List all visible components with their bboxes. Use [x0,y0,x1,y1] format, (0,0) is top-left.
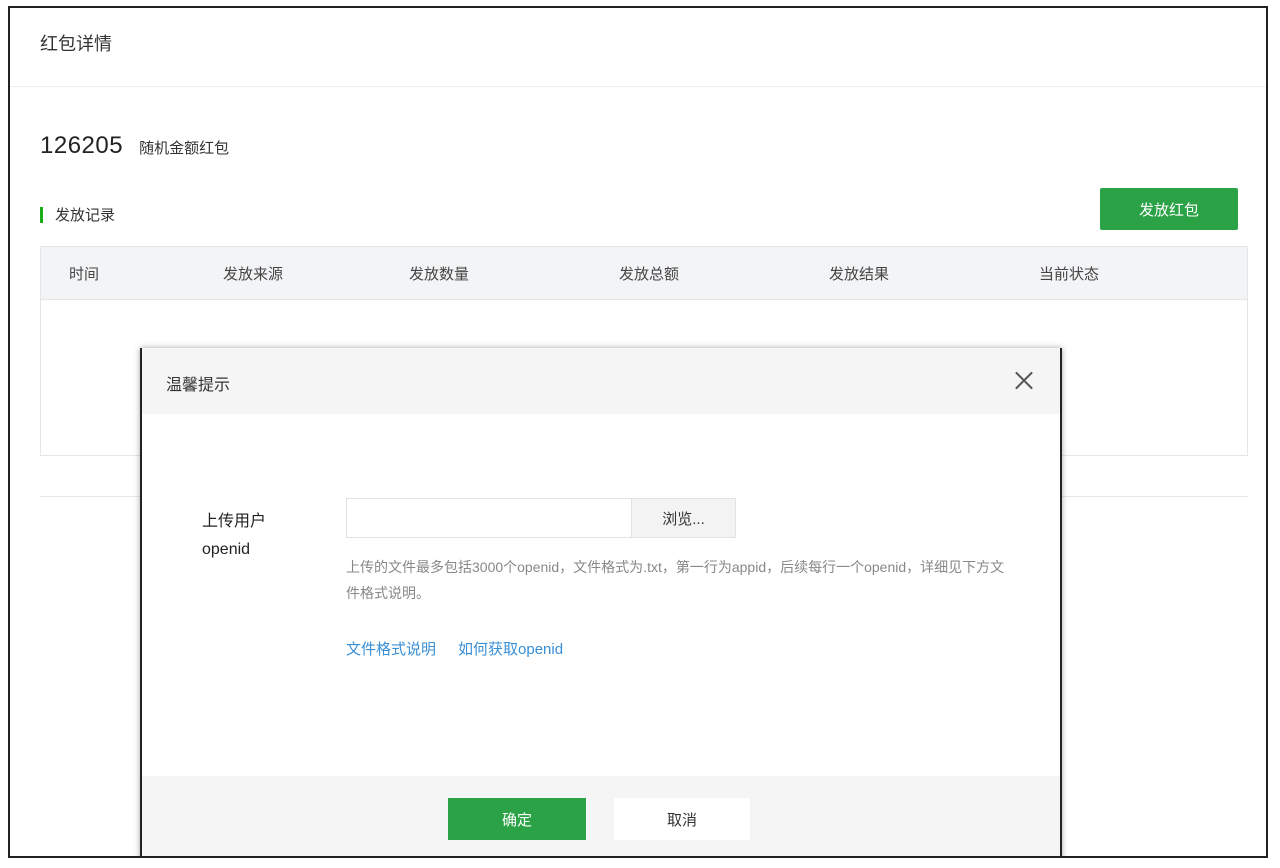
issue-redpack-button[interactable]: 发放红包 [1100,188,1238,230]
app-frame: 红包详情 126205 随机金额红包 发放记录 发放红包 时间 发放来源 发放数… [8,6,1268,858]
section-accent-bar [40,206,43,223]
column-header-source: 发放来源 [223,265,284,283]
dialog-footer: 确定 取消 [142,776,1060,856]
column-header-status: 当前状态 [1039,265,1100,283]
page-header: 红包详情 [10,8,1266,87]
redpack-type: 随机金额红包 [139,140,230,157]
cancel-button[interactable]: 取消 [614,798,750,840]
upload-help-text: 上传的文件最多包括3000个openid，文件格式为.txt，第一行为appid… [346,559,1005,601]
confirm-button[interactable]: 确定 [448,798,586,840]
records-section-header: 发放记录 [40,204,115,225]
column-header-time: 时间 [69,265,100,283]
table-header-row: 时间 发放来源 发放数量 发放总额 发放结果 当前状态 [41,247,1247,300]
upload-openid-label: 上传用户openid [202,513,267,558]
redpack-id: 126205 [40,132,124,159]
dialog-title: 温馨提示 [166,377,231,394]
help-links: 文件格式说明 如何获取openid [346,638,563,659]
column-header-total: 发放总额 [619,265,680,283]
page-title: 红包详情 [40,34,112,54]
close-icon[interactable] [1014,370,1034,390]
file-format-link[interactable]: 文件格式说明 [346,638,436,659]
get-openid-link[interactable]: 如何获取openid [458,638,563,659]
file-input[interactable]: 浏览... [346,498,736,538]
dialog-header: 温馨提示 [142,348,1060,414]
column-header-result: 发放结果 [829,265,890,283]
records-section-title: 发放记录 [55,207,116,224]
browse-button[interactable]: 浏览... [631,499,735,537]
notice-dialog: 温馨提示 上传用户openid 浏览... 上传的文件最多包括3000个open… [140,348,1062,856]
redpack-summary: 126205 随机金额红包 [40,132,229,160]
column-header-count: 发放数量 [409,265,470,283]
